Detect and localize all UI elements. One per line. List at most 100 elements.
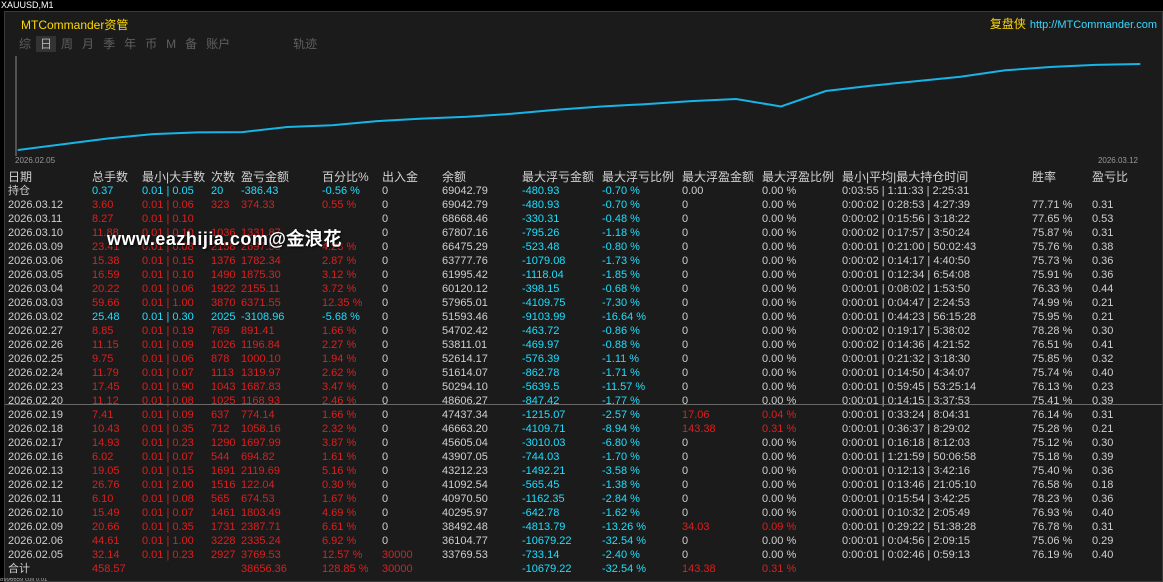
- cell-3: 3870: [211, 297, 236, 309]
- website-link[interactable]: http://MTCommander.com: [1030, 19, 1157, 31]
- equity-point-23: [1049, 66, 1051, 68]
- cell-4: 1196.84: [241, 339, 280, 351]
- equity-point-22: [1004, 69, 1007, 71]
- cell-6: 0: [382, 297, 389, 309]
- tab-10[interactable]: 轨迹: [289, 36, 321, 52]
- cell-7: 66475.29: [442, 241, 488, 253]
- cell-6: 0: [382, 283, 389, 295]
- cell-2: 0.01 | 1.00: [142, 535, 194, 547]
- cell-2: 0.01 | 0.19: [142, 325, 194, 337]
- cell-5: 1.61 %: [322, 451, 357, 463]
- cell-14: 0.36: [1092, 269, 1114, 281]
- cell-13: 77.65 %: [1032, 213, 1073, 225]
- cell-9: -0.80 %: [602, 241, 640, 253]
- total-separator: [5, 404, 1162, 405]
- equity-point-3: [152, 133, 154, 135]
- cell-14: 0.53: [1092, 213, 1114, 225]
- cell-0: 2026.02.05: [8, 549, 64, 561]
- cell-1: 8.27: [92, 213, 114, 225]
- tab-3[interactable]: 月: [78, 36, 98, 52]
- cell-5: 12.57 %: [322, 549, 363, 561]
- equity-point-25: [1139, 63, 1141, 65]
- cell-10: 143.38: [682, 563, 716, 575]
- cell-13: 胜率: [1032, 170, 1057, 184]
- cell-8: -847.42: [522, 395, 560, 407]
- cell-11: 0.00 %: [762, 185, 797, 197]
- cell-10: 最大浮盈金额: [682, 170, 755, 184]
- cell-4: 1058.16: [241, 423, 281, 435]
- tab-9[interactable]: 账户: [202, 36, 234, 52]
- cell-11: 0.00 %: [762, 269, 797, 281]
- cell-1: 6.02: [92, 451, 114, 463]
- tab-0[interactable]: 综: [15, 36, 35, 52]
- cell-11: 0.04 %: [762, 409, 797, 421]
- cell-10: 17.06: [682, 409, 710, 421]
- cell-12: 0:00:01 | 0:16:18 | 8:12:03: [842, 437, 971, 449]
- table-row: 2026.02.23 17.45 0.01 | 0.90 1043 1687.83 3.4…: [8, 380, 1158, 394]
- cell-12: 0:00:01 | 0:14:50 | 4:34:07: [842, 367, 971, 379]
- cell-11: 0.00 %: [762, 493, 797, 505]
- cell-5: 4.69 %: [322, 507, 357, 519]
- cell-12: 0:00:01 | 0:21:32 | 3:18:30: [842, 353, 971, 365]
- tab-2[interactable]: 周: [57, 36, 77, 52]
- cell-11: 0.00 %: [762, 367, 797, 379]
- cell-14: 0.18: [1092, 479, 1114, 491]
- cell-10: 0: [682, 465, 689, 477]
- cell-6: 0: [382, 255, 389, 267]
- cell-0: 2026.02.17: [8, 437, 64, 449]
- cell-14: 0.41: [1092, 339, 1114, 351]
- tab-5[interactable]: 年: [120, 36, 140, 52]
- cell-1: 总手数: [92, 170, 129, 184]
- cell-0: 2026.03.09: [8, 241, 64, 253]
- cell-1: 3.60: [92, 199, 114, 211]
- cell-12: 0:00:02 | 0:14:36 | 4:21:52: [842, 339, 971, 351]
- cell-8: -744.03: [522, 451, 560, 463]
- brand-area: 复盘侠 http://MTCommander.com: [990, 15, 1157, 32]
- cell-7: 61995.42: [442, 269, 488, 281]
- cell-1: 11.79: [92, 367, 119, 379]
- cell-12: 0:00:02 | 0:15:56 | 3:18:22: [842, 213, 971, 225]
- cell-6: 0: [382, 269, 389, 281]
- cell-13: 75.74 %: [1032, 367, 1073, 379]
- cell-3: 1731: [211, 521, 236, 533]
- table-row: 2026.02.13 19.05 0.01 | 0.15 1691 2119.69 5.1…: [8, 464, 1158, 478]
- tab-7[interactable]: M: [162, 36, 180, 52]
- cell-4: 2387.71: [241, 521, 281, 533]
- cell-12: 0:00:01 | 0:13:46 | 21:05:10: [842, 479, 977, 491]
- cell-6: 0: [382, 423, 389, 435]
- cell-7: 38492.48: [442, 521, 488, 533]
- cell-0: 2026.02.06: [8, 535, 64, 547]
- cell-1: 25.48: [92, 311, 120, 323]
- equity-line: [17, 63, 1141, 151]
- cell-13: 75.87 %: [1032, 227, 1073, 239]
- cell-12: 0:00:01 | 1:21:59 | 50:06:58: [842, 451, 977, 463]
- tab-8[interactable]: 备: [181, 36, 201, 52]
- cell-9: -32.54 %: [602, 563, 647, 575]
- cell-1: 11.12: [92, 395, 119, 407]
- cell-14: 0.40: [1092, 367, 1114, 379]
- cell-13: 76.93 %: [1032, 507, 1073, 519]
- cell-9: -1.85 %: [602, 269, 640, 281]
- cell-12: 最小|平均|最大持仓时间: [842, 170, 969, 184]
- cell-0: 2026.02.27: [8, 325, 64, 337]
- tab-4[interactable]: 季: [99, 36, 119, 52]
- cell-3: 637: [211, 409, 230, 421]
- cell-13: 76.78 %: [1032, 521, 1073, 533]
- cell-4: 891.41: [241, 325, 275, 337]
- cell-8: 最大浮亏金额: [522, 170, 595, 184]
- cell-14: 0.21: [1092, 423, 1114, 435]
- cell-14: 0.40: [1092, 549, 1114, 561]
- tab-6[interactable]: 币: [141, 36, 161, 52]
- cell-8: -3010.03: [522, 437, 566, 449]
- cell-7: 46663.20: [442, 423, 488, 435]
- table-row: 2026.03.06 15.38 0.01 | 0.15 1376 1782.34 2.8…: [8, 254, 1158, 268]
- cell-13: 76.51 %: [1032, 339, 1073, 351]
- cell-5: 128.85 %: [322, 563, 369, 575]
- tab-1[interactable]: 日: [36, 36, 57, 52]
- cell-6: 0: [382, 451, 389, 463]
- cell-14: 0.36: [1092, 465, 1114, 477]
- cell-1: 8.85: [92, 325, 114, 337]
- cell-10: 0: [682, 507, 689, 519]
- cell-5: 1.94 %: [322, 353, 357, 365]
- cell-8: -10679.22: [522, 535, 572, 547]
